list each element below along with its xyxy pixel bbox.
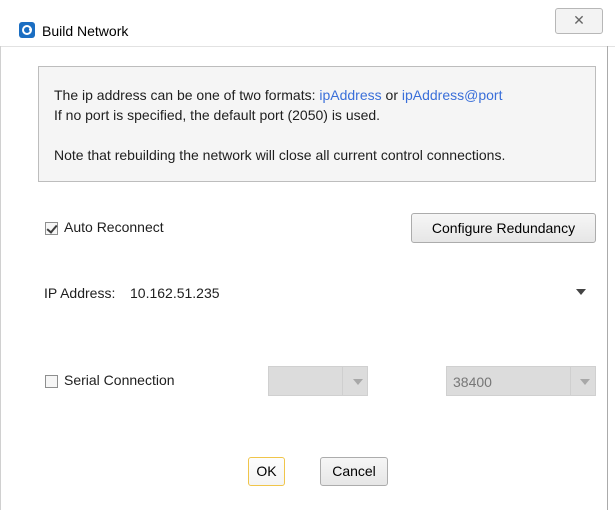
- format-ipaddress-link[interactable]: ipAddress: [319, 87, 381, 103]
- baud-rate-select[interactable]: 38400: [446, 366, 596, 396]
- ok-label: OK: [256, 463, 277, 479]
- format-ipaddress-port-link[interactable]: ipAddress@port: [402, 87, 503, 103]
- title-bar: Build Network ✕: [0, 0, 615, 47]
- configure-redundancy-button[interactable]: Configure Redundancy: [411, 213, 596, 243]
- dropdown-separator: [570, 367, 571, 395]
- info-or-text: or: [381, 87, 402, 103]
- serial-port-select[interactable]: [268, 366, 368, 396]
- ip-address-value: 10.162.51.235: [130, 285, 220, 301]
- close-icon: ✕: [573, 12, 585, 28]
- baud-rate-value: 38400: [453, 374, 492, 390]
- close-button[interactable]: ✕: [555, 8, 603, 34]
- info-default-port-line: If no port is specified, the default por…: [54, 107, 381, 123]
- window-title: Build Network: [42, 23, 129, 39]
- auto-reconnect-label[interactable]: Auto Reconnect: [64, 219, 164, 235]
- ok-button[interactable]: OK: [248, 457, 285, 486]
- chevron-down-icon[interactable]: [576, 289, 586, 295]
- ip-address-label: IP Address:: [44, 285, 116, 301]
- ip-address-combobox[interactable]: 10.162.51.235: [124, 277, 596, 307]
- cancel-button[interactable]: Cancel: [320, 457, 388, 486]
- info-formats-text: The ip address can be one of two formats…: [54, 87, 320, 103]
- serial-connection-label[interactable]: Serial Connection: [64, 372, 175, 388]
- dropdown-separator: [342, 367, 343, 395]
- chevron-down-icon: [353, 379, 363, 385]
- info-rebuild-note: Note that rebuilding the network will cl…: [54, 147, 506, 163]
- auto-reconnect-checkbox[interactable]: [45, 222, 58, 235]
- app-logo-icon: [19, 22, 35, 38]
- serial-connection-checkbox[interactable]: [45, 375, 58, 388]
- info-panel: The ip address can be one of two formats…: [38, 66, 596, 182]
- info-formats-line: The ip address can be one of two formats…: [54, 87, 502, 103]
- configure-redundancy-label: Configure Redundancy: [431, 220, 576, 236]
- chevron-down-icon: [580, 379, 590, 385]
- cancel-label: Cancel: [332, 463, 376, 479]
